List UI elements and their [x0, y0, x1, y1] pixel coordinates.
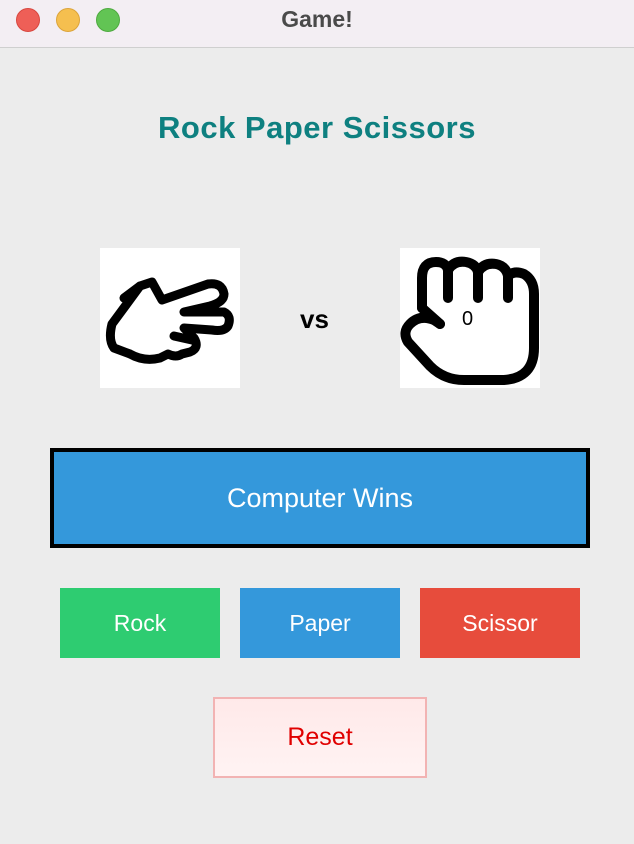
reset-button[interactable]: Reset: [213, 697, 427, 778]
player-label: You: [146, 308, 179, 329]
computer-label: 0: [462, 308, 474, 330]
result-banner: Computer Wins: [50, 448, 590, 548]
scissor-button[interactable]: Scissor: [420, 588, 580, 658]
vs-label: vs: [300, 304, 329, 334]
rock-button[interactable]: Rock: [60, 588, 220, 658]
game-window: Game! Rock Paper Scissors You vs 0 Compu…: [0, 0, 634, 844]
computer-hand-panel: 0: [400, 248, 540, 388]
player-hand-panel: You: [100, 248, 240, 388]
window-title: Game!: [281, 6, 353, 32]
paper-button[interactable]: Paper: [240, 588, 400, 658]
game-title: Rock Paper Scissors: [158, 110, 476, 145]
title-bar: Game!: [0, 0, 634, 48]
